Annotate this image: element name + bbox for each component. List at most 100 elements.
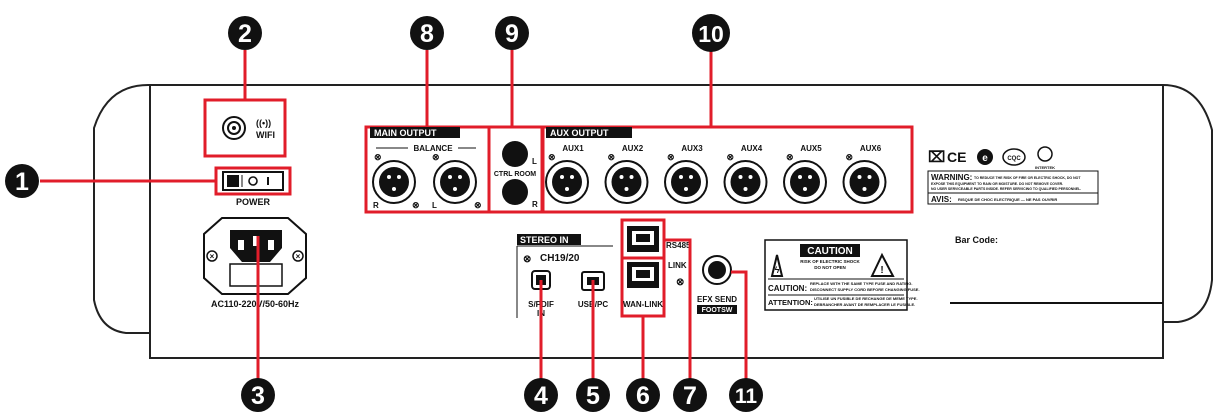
aux5-xlr[interactable]: AUX5 ⊗: [783, 144, 827, 204]
efx-send-label: EFX SEND: [697, 295, 737, 304]
main-output-label: MAIN OUTPUT: [374, 128, 437, 138]
svg-text:⊗: ⊗: [412, 200, 420, 210]
svg-text:5: 5: [586, 382, 600, 410]
callout-6: 6: [626, 378, 660, 412]
ctrl-r-label: R: [532, 200, 538, 209]
wifi-section: ((•)) WIFI: [203, 98, 287, 158]
callout-2: 2: [228, 16, 262, 50]
screw-icon: ⊗: [548, 152, 556, 162]
intertek-mark: [1037, 146, 1053, 162]
svg-text:⊗: ⊗: [374, 152, 382, 162]
aux-output-label: AUX OUTPUT: [550, 128, 609, 138]
aux-output-section: AUX OUTPUT AUX1 ⊗ AUX2 ⊗ AUX3 ⊗ AUX4 ⊗ AUX5 ⊗ AUX6…: [540, 125, 914, 214]
cqc-label: CQC: [1007, 156, 1021, 162]
ctrl-l-label: L: [532, 157, 537, 166]
svg-text:4: 4: [534, 382, 548, 410]
callout-11: 11: [729, 378, 763, 412]
wan-link-port[interactable]: [627, 262, 659, 288]
aux3-label: AUX3: [681, 144, 703, 153]
caution-title: CAUTION: [807, 246, 853, 257]
aux3-xlr[interactable]: AUX3 ⊗: [664, 144, 708, 204]
aux6-label: AUX6: [860, 144, 882, 153]
callout-10: 10: [692, 14, 730, 52]
main-xlr-l[interactable]: [433, 160, 477, 204]
main-l-label: L: [432, 201, 437, 210]
aux4-label: AUX4: [741, 144, 763, 153]
intertek-label: INTERTEK: [1035, 165, 1055, 170]
svg-text:10: 10: [698, 21, 724, 47]
svg-text:⊗: ⊗: [432, 152, 440, 162]
screw-icon: ⊗: [608, 152, 616, 162]
weee-icon: ⌧: [928, 149, 945, 166]
screw-icon: ⊗: [667, 152, 675, 162]
rs485-port[interactable]: [627, 226, 659, 252]
callout-9: 9: [495, 16, 529, 50]
link-label: LINK: [668, 261, 687, 270]
avis-head: AVIS:: [931, 195, 952, 204]
ctrl-room-section: L CTRL ROOM R: [487, 125, 545, 214]
svg-text:7: 7: [683, 382, 697, 410]
callout-4: 4: [524, 378, 558, 412]
svg-text:3: 3: [251, 382, 265, 410]
stereo-in-label: STEREO IN: [520, 235, 569, 245]
rs485-label: RS485: [666, 241, 691, 250]
aux6-xlr[interactable]: AUX6 ⊗: [842, 144, 887, 204]
callout-3: 3: [241, 378, 275, 412]
ctrl-room-label: CTRL ROOM: [494, 171, 536, 178]
certification-section: ⌧ CE e CQC INTERTEK WARNING: TO REDUCE T…: [927, 146, 1163, 304]
ce-mark: CE: [947, 149, 966, 165]
wan-link-label: WAN-LINK: [623, 300, 663, 309]
svg-text:9: 9: [505, 20, 519, 48]
svg-text:e: e: [982, 153, 988, 164]
aux1-xlr[interactable]: AUX1 ⊗: [545, 144, 589, 204]
bar-code-label: Bar Code:: [955, 235, 998, 245]
callout-7: 7: [673, 378, 707, 412]
aux4-xlr[interactable]: AUX4 ⊗: [723, 144, 768, 204]
svg-text:8: 8: [420, 20, 434, 48]
footsw-label: FOOTSW: [702, 307, 733, 314]
caution-line-1: REPLACE WITH THE SAME TYPE FUSE AND RATI…: [810, 281, 912, 286]
attention-line-1: UTILISE UN FUSIBLE DE RECHANGE DE MEME T…: [814, 296, 918, 301]
warning-line-2: EXPOSE THIS EQUIPMENT TO RAIN OR MOISTUR…: [931, 182, 1063, 186]
screw-icon: ⊗: [727, 152, 735, 162]
fuse-drawer[interactable]: [229, 263, 283, 287]
warning-line-1: TO REDUCE THE RISK OF FIRE OR ELECTRIC S…: [974, 176, 1081, 180]
avis-line-1: RISQUE DE CHOC ELECTRIQUE — NE PAS OUVRI…: [958, 197, 1057, 202]
caution-line-2: DISCONNECT SUPPLY CORD BEFORE CHANGING F…: [810, 287, 920, 292]
svg-text:⊗: ⊗: [523, 254, 531, 265]
svg-text:11: 11: [735, 385, 758, 408]
caution-sub-1: RISK OF ELECTRIC SHOCK: [800, 259, 860, 264]
aux1-label: AUX1: [562, 144, 584, 153]
aux2-label: AUX2: [622, 144, 644, 153]
wifi-label: WIFI: [256, 130, 275, 140]
aux5-label: AUX5: [800, 144, 822, 153]
screw-icon: ⊗: [786, 152, 794, 162]
svg-text:ϟ: ϟ: [775, 265, 780, 275]
power-section: POWER: [214, 166, 292, 207]
ctrl-room-l-jack[interactable]: [502, 141, 528, 167]
svg-text:×: ×: [296, 252, 301, 261]
attention-line-2: DEBRANCHER AVANT DE REMPLACER LE FUSIBLE…: [814, 302, 915, 307]
ctrl-room-r-jack[interactable]: [502, 179, 528, 205]
svg-text:6: 6: [636, 382, 650, 410]
efx-send-section: EFX SEND FOOTSW: [697, 255, 737, 314]
power-label: POWER: [236, 197, 271, 207]
aux2-xlr[interactable]: AUX2 ⊗: [604, 144, 649, 204]
rj45-section: RS485 WAN-LINK LINK ⊗: [620, 218, 691, 318]
rear-panel-diagram: ((•)) WIFI POWER × × AC110-220V/50-60Hz …: [5, 14, 1213, 412]
stereo-in-section: STEREO IN ⊗ CH19/20 S/PDIF IN USB/PC: [516, 234, 613, 318]
callout-5: 5: [576, 378, 610, 412]
main-xlr-r[interactable]: [372, 160, 416, 204]
warning-line-3: NO USER SERVICEABLE PARTS INSIDE. REFER …: [931, 187, 1081, 191]
caution-line-head: CAUTION:: [768, 284, 807, 293]
svg-text:⊗: ⊗: [676, 277, 684, 288]
callout-8: 8: [410, 16, 444, 50]
ac-voltage-label: AC110-220V/50-60Hz: [211, 299, 300, 309]
svg-text:!: !: [880, 265, 883, 276]
svg-text:×: ×: [210, 252, 215, 261]
main-output-section: MAIN OUTPUT BALANCE ⊗ ⊗ ⊗ ⊗ R L: [364, 125, 491, 214]
attention-head: ATTENTION:: [768, 298, 813, 307]
callout-lines: [40, 50, 748, 380]
svg-text:2: 2: [238, 20, 252, 48]
wifi-signal-icon: ((•)): [256, 118, 271, 128]
